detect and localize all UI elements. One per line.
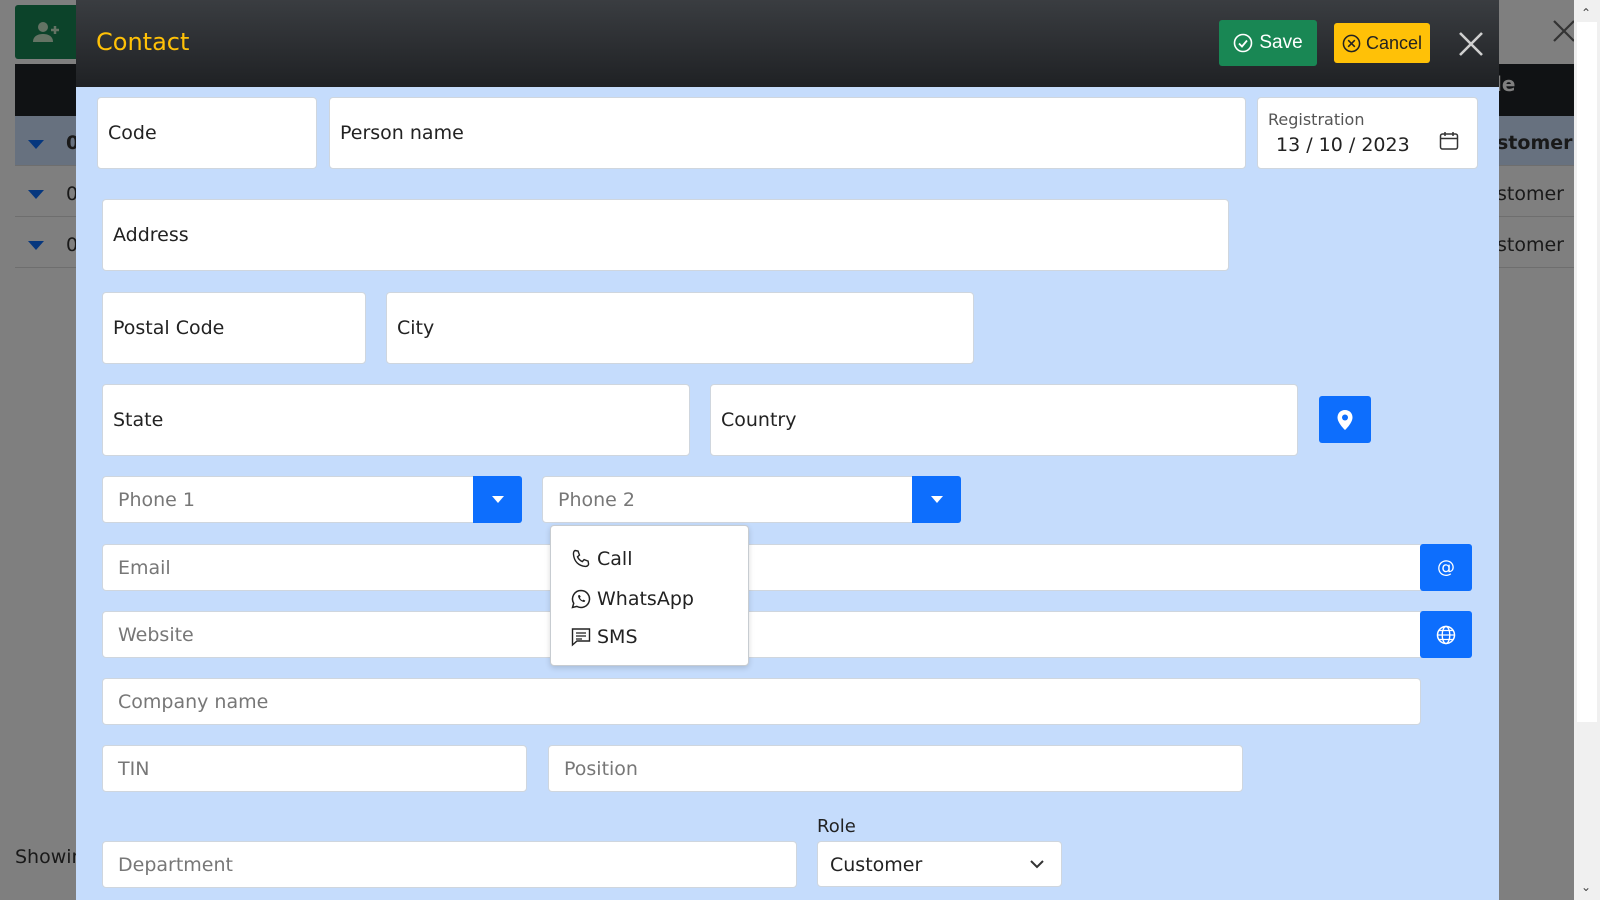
registration-date-field[interactable]: Registration 13 / 10 / 2023 [1257,97,1478,169]
cancel-button[interactable]: Cancel [1334,23,1430,63]
phone1-placeholder: Phone 1 [118,489,195,511]
caret-down-icon [930,495,943,503]
open-website-button[interactable] [1420,611,1472,658]
department-placeholder: Department [118,854,233,876]
save-label: Save [1259,32,1303,53]
state-label: State [113,409,164,431]
map-pin-icon [1337,409,1353,430]
email-button[interactable]: @ [1420,544,1472,591]
person-name-field[interactable]: Person name [329,97,1246,169]
tin-placeholder: TIN [118,758,150,780]
department-input[interactable]: Department [102,841,797,888]
menu-item-call[interactable]: Call [571,548,632,570]
scroll-down-icon[interactable]: ⌄ [1581,880,1591,894]
modal-header: Contact Save Cancel [76,0,1499,87]
city-label: City [397,317,435,339]
scrollbar-thumb[interactable] [1577,22,1597,722]
registration-label: Registration [1268,110,1365,129]
at-icon: @ [1437,557,1455,578]
phone2-dropdown-button[interactable] [912,476,961,523]
tin-input[interactable]: TIN [102,745,527,792]
role-select[interactable]: Customer [817,841,1062,887]
scroll-up-icon[interactable]: ⌃ [1581,6,1591,20]
role-label: Role [817,816,856,837]
cancel-label: Cancel [1365,32,1423,53]
page-scrollbar[interactable]: ⌃ ⌄ [1574,0,1600,900]
menu-item-label: WhatsApp [597,588,694,610]
phone2-input[interactable]: Phone 2 [542,476,930,523]
role-value: Customer [830,854,923,876]
save-button[interactable]: Save [1219,20,1317,66]
code-field[interactable]: Code [97,97,317,169]
person-name-label: Person name [340,122,464,144]
chevron-down-icon [1030,860,1044,869]
chat-icon [571,628,591,647]
website-placeholder: Website [118,624,194,646]
calendar-icon[interactable] [1439,131,1459,151]
close-icon[interactable] [1451,24,1491,64]
caret-down-icon [491,495,504,503]
phone1-input[interactable]: Phone 1 [102,476,490,523]
globe-icon [1436,625,1456,644]
website-input[interactable]: Website [102,611,1449,658]
x-circle-icon [1342,34,1361,52]
company-name-input[interactable]: Company name [102,678,1421,725]
country-field[interactable]: Country [710,384,1298,456]
position-placeholder: Position [564,758,638,780]
menu-item-label: SMS [597,626,638,648]
check-circle-icon [1234,33,1253,53]
city-field[interactable]: City [386,292,974,364]
registration-value: 13 / 10 / 2023 [1276,134,1410,156]
address-field[interactable]: Address [102,199,1229,271]
phone-action-menu: Call WhatsApp SMS [550,525,749,666]
postal-code-label: Postal Code [113,317,225,339]
code-label: Code [108,122,157,144]
email-input[interactable]: Email [102,544,1449,591]
contact-modal: Contact Save Cancel Code Person name Reg… [76,0,1499,900]
map-location-button[interactable] [1319,396,1371,443]
state-field[interactable]: State [102,384,690,456]
menu-item-whatsapp[interactable]: WhatsApp [571,588,694,610]
postal-code-field[interactable]: Postal Code [102,292,366,364]
phone1-dropdown-button[interactable] [473,476,522,523]
company-name-placeholder: Company name [118,691,269,713]
position-input[interactable]: Position [548,745,1243,792]
whatsapp-icon [571,589,591,609]
phone-icon [572,549,590,568]
menu-item-label: Call [597,548,633,570]
address-label: Address [113,224,189,246]
country-label: Country [721,409,797,431]
modal-title: Contact [96,28,190,56]
menu-item-sms[interactable]: SMS [571,626,638,648]
phone2-placeholder: Phone 2 [558,489,635,511]
email-placeholder: Email [118,557,171,579]
